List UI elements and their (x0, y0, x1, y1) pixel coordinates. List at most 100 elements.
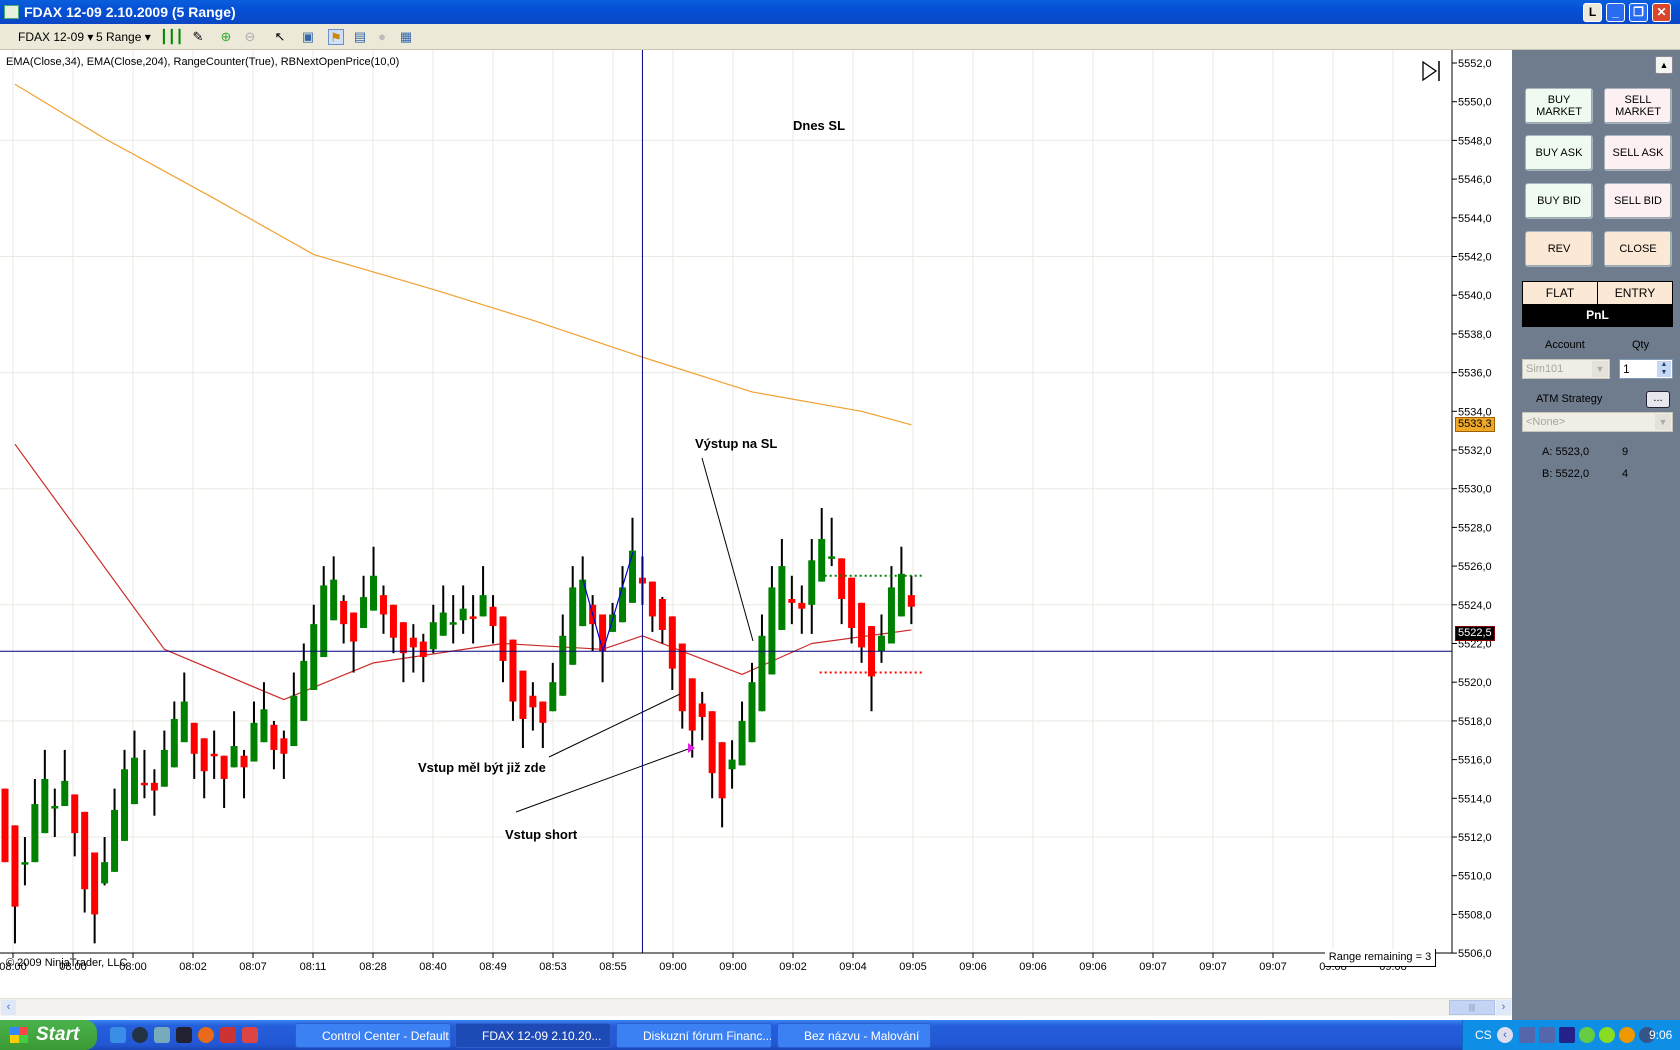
candle-up (758, 635, 766, 712)
close-position-button[interactable]: CLOSE (1604, 231, 1672, 267)
clock: 9:06 (1649, 1028, 1673, 1042)
candle-up (549, 682, 557, 712)
candle-up (778, 566, 786, 630)
sell-market-button[interactable]: SELL MARKET (1604, 88, 1672, 124)
minimize-button[interactable]: _ (1606, 3, 1625, 22)
candle-down (71, 794, 79, 834)
y-tick-label: 5510,0 (1458, 871, 1492, 883)
qty-input[interactable]: 1 ▲ ▼ (1619, 359, 1673, 379)
close-button[interactable]: ✕ (1652, 3, 1671, 22)
candle-down (91, 852, 99, 915)
x-tick-label: 09:04 (839, 961, 867, 970)
show-hidden-icons-icon[interactable]: ‹ (1497, 1027, 1513, 1043)
buy-ask-button[interactable]: BUY ASK (1525, 135, 1593, 171)
candle-down (240, 755, 248, 768)
candle-down (698, 703, 706, 718)
zoom-in-icon[interactable]: ⊕ (218, 29, 234, 45)
scroll-right-button[interactable]: › (1496, 1000, 1511, 1015)
security-icon[interactable] (1579, 1027, 1595, 1043)
time-axis: 08:00 08:00 08:00 08:02 08:07 08:11 08:28 08:40… (0, 952, 1452, 970)
outlook-icon[interactable] (154, 1027, 170, 1043)
instrument-dropdown[interactable]: FDAX 12-09 ▾ (18, 30, 93, 44)
taskbar: Start Control Center - Default FDAX 12-0… (0, 1020, 1680, 1050)
candle-down (718, 742, 726, 799)
qty-label: Qty (1632, 339, 1650, 351)
candle-down (668, 616, 676, 669)
arrow-vystup-na-sl (701, 457, 754, 642)
indicators-label: EMA(Close,34), EMA(Close,204), RangeCoun… (6, 56, 400, 68)
scroll-left-button[interactable]: ‹ (1, 1000, 16, 1015)
app-icon[interactable] (220, 1027, 236, 1043)
link-button[interactable]: L (1583, 3, 1602, 22)
network-icon[interactable] (1539, 1027, 1555, 1043)
network-disconnected-icon[interactable] (1519, 1027, 1535, 1043)
go-to-end-icon[interactable] (1422, 60, 1440, 82)
candlestick-icon[interactable]: ┃┃┃ (160, 29, 183, 45)
price-chart[interactable]: 5506,0 5508,0 5510,0 5512,0 5514,0 5516,0 5518… (0, 50, 1512, 970)
candle-up (250, 722, 258, 762)
copyright: © 2009 NinjaTrader, LLC (6, 957, 128, 969)
task-firefox-forum[interactable]: Diskuzní fórum Financ... (616, 1023, 772, 1048)
candle-down (379, 595, 387, 615)
x-tick-label: 09:07 (1139, 961, 1167, 970)
candle-down (529, 695, 537, 708)
task-paint[interactable]: Bez názvu - Malování (777, 1023, 931, 1048)
globe-icon[interactable]: ● (374, 29, 390, 45)
candle-down (190, 722, 198, 754)
task-control-center[interactable]: Control Center - Default (295, 1023, 451, 1048)
media-player-icon[interactable] (132, 1027, 148, 1043)
x-tick-label: 08:55 (599, 961, 627, 970)
cursor-icon[interactable]: ↖ (272, 29, 288, 45)
y-tick-label: 5542,0 (1458, 252, 1492, 264)
period-dropdown[interactable]: 5 Range ▾ (96, 30, 151, 44)
atm-strategy-select[interactable]: <None> ▼ (1522, 412, 1673, 432)
reverse-button[interactable]: REV (1525, 231, 1593, 267)
pencil-icon[interactable]: ✎ (190, 29, 206, 45)
app-tray-icon[interactable] (1619, 1027, 1635, 1043)
candle-up (828, 556, 836, 559)
chevron-down-icon: ▼ (1592, 361, 1608, 377)
candle-down (678, 643, 686, 712)
sell-bid-button[interactable]: SELL BID (1604, 183, 1672, 219)
x-tick-label: 09:05 (899, 961, 927, 970)
task-fdax-chart[interactable]: FDAX 12-09 2.10.20... (455, 1023, 611, 1048)
candle-up (121, 769, 129, 841)
y-tick-label: 5526,0 (1458, 561, 1492, 573)
qty-spinner-icon[interactable]: ▲ ▼ (1657, 361, 1671, 377)
candle-up (768, 587, 776, 675)
firefox-icon[interactable] (198, 1027, 214, 1043)
x-tick-label: 08:07 (239, 961, 267, 970)
properties-icon[interactable]: ▣ (300, 29, 316, 45)
save-icon[interactable] (176, 1027, 192, 1043)
internet-explorer-icon[interactable] (110, 1027, 126, 1043)
atm-strategy-button[interactable]: ... (1646, 391, 1670, 408)
x-tick-label: 09:06 (1079, 961, 1107, 970)
icq-icon[interactable] (1599, 1027, 1615, 1043)
antivirus-icon[interactable] (1559, 1027, 1575, 1043)
start-button[interactable]: Start (0, 1020, 97, 1050)
collapse-up-button[interactable]: ▲ (1655, 56, 1673, 74)
ema204-path (14, 83, 912, 426)
candle-down (509, 639, 517, 702)
candle-up (559, 635, 567, 696)
candle-down (648, 581, 656, 617)
task-label: FDAX 12-09 2.10.20... (482, 1029, 602, 1043)
restore-button[interactable]: ❐ (1629, 3, 1648, 22)
chart-trader-icon[interactable]: ⚑ (328, 29, 344, 45)
account-select[interactable]: Sim101 ▼ (1522, 359, 1610, 379)
buy-market-button[interactable]: BUY MARKET (1525, 88, 1593, 124)
flag-icon[interactable] (242, 1027, 258, 1043)
scroll-thumb[interactable]: ||| (1449, 1000, 1495, 1015)
candle-up (61, 780, 69, 807)
x-tick-label: 09:00 (659, 961, 687, 970)
buy-bid-button[interactable]: BUY BID (1525, 183, 1593, 219)
zoom-out-icon[interactable]: ⊖ (242, 29, 258, 45)
data-box-icon[interactable]: ▤ (352, 29, 368, 45)
table-icon[interactable]: ▦ (398, 29, 414, 45)
sell-ask-button[interactable]: SELL ASK (1604, 135, 1672, 171)
candle-down (280, 738, 288, 754)
horizontal-scrollbar[interactable]: ‹ ||| › (0, 998, 1512, 1016)
language-indicator[interactable]: CS (1475, 1020, 1492, 1050)
candle-down (419, 641, 427, 658)
atm-strategy-label: ATM Strategy (1536, 393, 1603, 405)
